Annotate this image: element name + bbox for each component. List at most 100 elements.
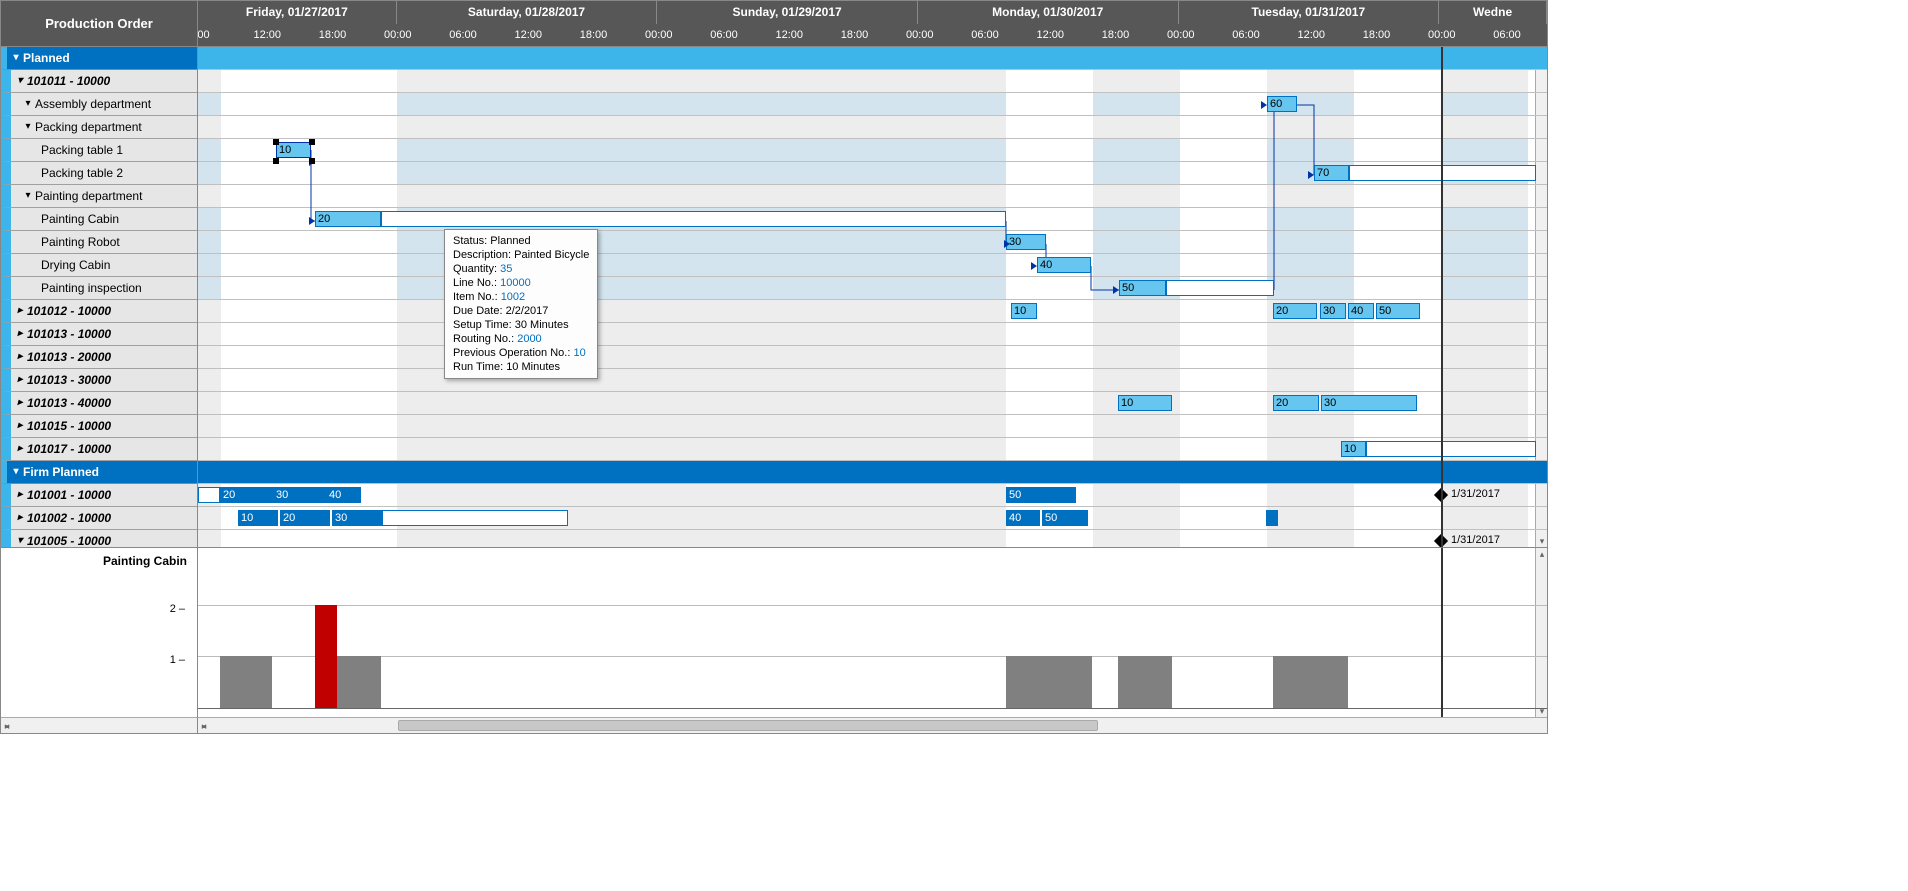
expand-icon[interactable]: ▸	[15, 323, 25, 345]
gantt-task[interactable]: 20	[1273, 303, 1317, 319]
gantt-row[interactable]	[198, 70, 1547, 93]
gantt-task[interactable]: 60	[1267, 96, 1297, 112]
scroll-right-icon[interactable]: ▸	[198, 720, 210, 732]
selection-handle[interactable]	[309, 139, 315, 145]
gantt-task[interactable]: 30	[1321, 395, 1417, 411]
tree-row-order[interactable]: ▸101013 - 40000	[1, 392, 197, 415]
gantt-task[interactable]: 10	[238, 510, 278, 526]
histogram-bar[interactable]	[1273, 656, 1348, 708]
selection-handle[interactable]	[273, 139, 279, 145]
collapse-icon[interactable]: ▾	[11, 461, 21, 483]
histogram-bar[interactable]	[1118, 656, 1172, 708]
gantt-task[interactable]: 30	[1320, 303, 1346, 319]
gantt-row[interactable]	[198, 461, 1547, 484]
gantt-row[interactable]	[198, 484, 1547, 507]
tree-row-res[interactable]: Drying Cabin	[1, 254, 197, 277]
gantt-task[interactable]: 50	[1006, 487, 1076, 503]
gantt-task[interactable]: 10	[1011, 303, 1037, 319]
collapse-icon[interactable]: ▾	[11, 47, 21, 69]
expand-icon[interactable]: ▸	[15, 507, 25, 529]
tree-row-order[interactable]: ▸101001 - 10000	[1, 484, 197, 507]
gantt-row[interactable]	[198, 369, 1547, 392]
gantt-task[interactable]	[1166, 280, 1274, 296]
tree-row-order[interactable]: ▸101012 - 10000	[1, 300, 197, 323]
tree-row-dept[interactable]: ▾Painting department	[1, 185, 197, 208]
gantt-task[interactable]	[382, 510, 568, 526]
gantt-task[interactable]	[198, 487, 220, 503]
histogram-panel[interactable]: ▴ ▾	[198, 547, 1547, 717]
gantt-row[interactable]	[198, 231, 1547, 254]
selection-handle[interactable]	[309, 158, 315, 164]
gantt-task[interactable]: 70	[1314, 165, 1349, 181]
tree-row-order[interactable]: ▸101013 - 30000	[1, 369, 197, 392]
histogram-vertical-scrollbar[interactable]: ▴ ▾	[1535, 548, 1547, 717]
gantt-task[interactable]: 30	[273, 487, 326, 503]
tree-row-cat[interactable]: ▾Planned	[1, 47, 197, 70]
gantt-task[interactable]: 20	[280, 510, 330, 526]
gantt-task[interactable]: 30	[332, 510, 382, 526]
selection-handle[interactable]	[273, 158, 279, 164]
gantt-row[interactable]	[198, 323, 1547, 346]
gantt-row[interactable]	[198, 93, 1547, 116]
tree-row-dept[interactable]: ▾Assembly department	[1, 93, 197, 116]
timeline-header[interactable]: Friday, 01/27/2017Saturday, 01/28/2017Su…	[198, 1, 1547, 47]
collapse-icon[interactable]: ▾	[23, 93, 33, 115]
tree-row-res[interactable]: Painting inspection	[1, 277, 197, 300]
tree-panel[interactable]: ▾Planned▾101011 - 10000▾Assembly departm…	[1, 47, 198, 547]
collapse-icon[interactable]: ▾	[15, 70, 25, 92]
tree-row-res[interactable]: Painting Cabin	[1, 208, 197, 231]
gantt-task[interactable]	[1266, 510, 1278, 526]
gantt-row[interactable]	[198, 139, 1547, 162]
expand-icon[interactable]: ▸	[15, 484, 25, 506]
histogram-bar[interactable]	[315, 605, 337, 708]
scrollbar-thumb[interactable]	[398, 720, 1098, 731]
gantt-task[interactable]: 10	[1118, 395, 1172, 411]
tree-row-order[interactable]: ▾101011 - 10000	[1, 70, 197, 93]
gantt-task[interactable]: 50	[1376, 303, 1420, 319]
tree-row-order[interactable]: ▸101002 - 10000	[1, 507, 197, 530]
collapse-icon[interactable]: ▾	[23, 185, 33, 207]
gantt-task[interactable]: 20	[1273, 395, 1319, 411]
tree-row-order[interactable]: ▾101005 - 10000	[1, 530, 197, 547]
gantt-task[interactable]: 40	[1006, 510, 1040, 526]
gantt-task[interactable]: 50	[1042, 510, 1088, 526]
tree-row-order[interactable]: ▸101015 - 10000	[1, 415, 197, 438]
gantt-task[interactable]: 40	[1037, 257, 1091, 273]
gantt-task[interactable]: 20	[315, 211, 381, 227]
expand-icon[interactable]: ▸	[15, 369, 25, 391]
timeline-horizontal-scrollbar[interactable]: ◂ ▸	[198, 717, 1547, 733]
gantt-task[interactable]: 20	[220, 487, 273, 503]
gantt-row[interactable]	[198, 116, 1547, 139]
tree-row-res[interactable]: Packing table 1	[1, 139, 197, 162]
gantt-task[interactable]	[1366, 441, 1536, 457]
expand-icon[interactable]: ▸	[15, 438, 25, 460]
gantt-row[interactable]	[198, 47, 1547, 70]
scroll-down-icon[interactable]: ▾	[1536, 705, 1547, 717]
gantt-task[interactable]: 40	[326, 487, 361, 503]
scroll-right-icon[interactable]: ▸	[1, 720, 13, 732]
gantt-task[interactable]: 10	[276, 142, 311, 158]
tree-horizontal-scrollbar[interactable]: ◂ ▸	[1, 717, 198, 733]
collapse-icon[interactable]: ▾	[15, 530, 25, 547]
tree-row-dept[interactable]: ▾Packing department	[1, 116, 197, 139]
collapse-icon[interactable]: ▾	[23, 116, 33, 138]
gantt-task[interactable]	[381, 211, 1006, 227]
gantt-row[interactable]	[198, 530, 1547, 547]
expand-icon[interactable]: ▸	[15, 415, 25, 437]
gantt-row[interactable]	[198, 415, 1547, 438]
histogram-bar[interactable]	[1006, 656, 1092, 708]
gantt-task[interactable]: 10	[1341, 441, 1366, 457]
tree-row-res[interactable]: Painting Robot	[1, 231, 197, 254]
expand-icon[interactable]: ▸	[15, 300, 25, 322]
tree-row-order[interactable]: ▸101017 - 10000	[1, 438, 197, 461]
tree-row-res[interactable]: Packing table 2	[1, 162, 197, 185]
expand-icon[interactable]: ▸	[15, 346, 25, 368]
tree-row-cat[interactable]: ▾Firm Planned	[1, 461, 197, 484]
expand-icon[interactable]: ▸	[15, 392, 25, 414]
histogram-bar[interactable]	[220, 656, 272, 708]
tree-row-order[interactable]: ▸101013 - 10000	[1, 323, 197, 346]
histogram-bar[interactable]	[337, 656, 381, 708]
gantt-row[interactable]	[198, 185, 1547, 208]
gantt-panel[interactable]: ▴ ▾ 601070203040501020304050102030102030…	[198, 47, 1547, 547]
scroll-up-icon[interactable]: ▴	[1536, 548, 1547, 560]
